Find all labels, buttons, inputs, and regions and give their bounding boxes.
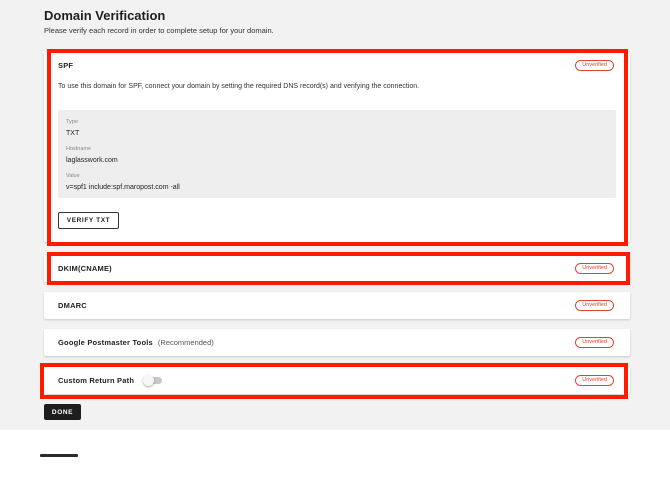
- dmarc-status-badge: Unverified: [575, 300, 614, 311]
- scroll-indicator[interactable]: [40, 454, 78, 457]
- page-title: Domain Verification: [44, 8, 166, 23]
- dmarc-card[interactable]: DMARC Unverified: [44, 292, 630, 319]
- record-hostname-value: laglasswork.com: [66, 157, 118, 164]
- toggle-knob: [143, 375, 155, 386]
- dmarc-title: DMARC: [58, 301, 87, 310]
- return-path-card: Custom Return Path Unverified: [44, 367, 630, 394]
- done-button[interactable]: DONE: [44, 404, 81, 420]
- record-type-value: TXT: [66, 130, 80, 137]
- verify-txt-button[interactable]: VERIFY TXT: [58, 212, 119, 229]
- dkim-title: DKIM(CNAME): [58, 264, 112, 273]
- dkim-status-badge: Unverified: [575, 263, 614, 274]
- spf-status-badge: Unverified: [575, 60, 614, 71]
- postmaster-recommended-note: (Recommended): [157, 338, 214, 347]
- postmaster-title: Google Postmaster Tools: [58, 338, 153, 347]
- spf-card: SPF Unverified To use this domain for SP…: [44, 52, 630, 242]
- spf-title: SPF: [58, 61, 74, 70]
- page-subtitle: Please verify each record in order to co…: [44, 26, 274, 35]
- return-path-status-badge: Unverified: [575, 375, 614, 386]
- record-value-value: v=spf1 include:spf.maropost.com -all: [66, 184, 180, 191]
- footer-area: [0, 430, 670, 490]
- return-path-title: Custom Return Path: [58, 376, 135, 385]
- postmaster-card[interactable]: Google Postmaster Tools (Recommended) Un…: [44, 329, 630, 356]
- spf-description: To use this domain for SPF, connect your…: [58, 83, 420, 90]
- return-path-toggle[interactable]: [143, 375, 163, 386]
- postmaster-status-badge: Unverified: [575, 337, 614, 348]
- record-hostname-label: Hostname: [66, 146, 92, 152]
- spf-record-box: Type TXT Hostname laglasswork.com Value …: [58, 110, 616, 198]
- dkim-card[interactable]: DKIM(CNAME) Unverified: [44, 255, 630, 282]
- record-value-label: Value: [66, 173, 80, 179]
- record-type-label: Type: [66, 119, 78, 125]
